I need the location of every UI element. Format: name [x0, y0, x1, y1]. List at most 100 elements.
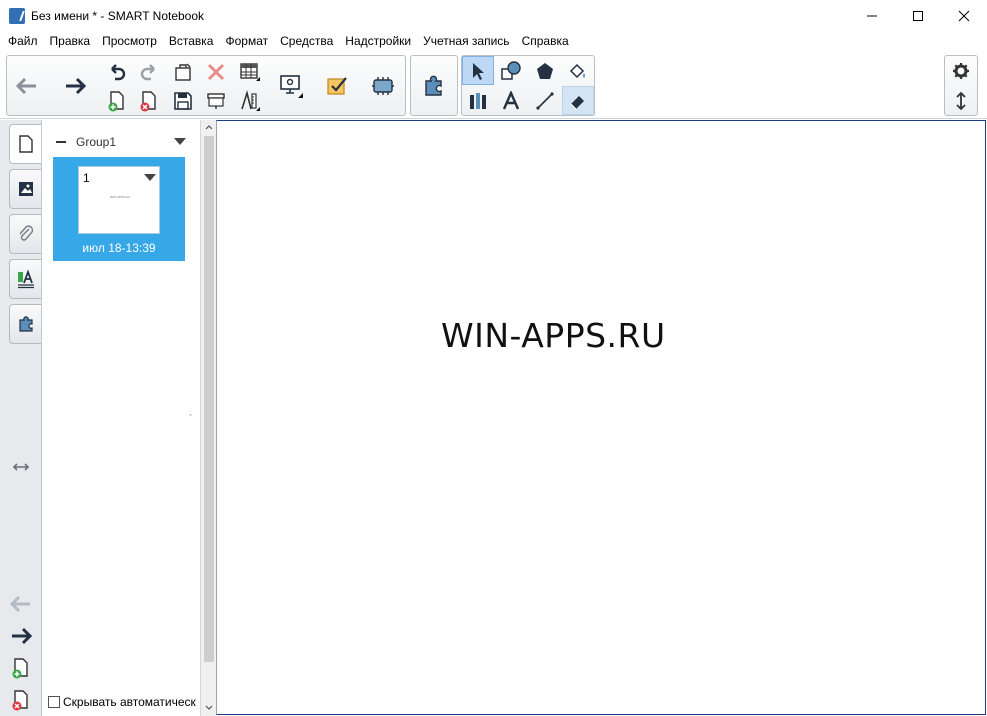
line-tool-button[interactable] [529, 86, 561, 115]
page-menu-icon[interactable] [144, 174, 156, 181]
redo-button[interactable] [133, 57, 165, 86]
puzzle-icon [18, 316, 33, 332]
polygon-icon [537, 62, 553, 79]
toolbar-group-tools [461, 55, 595, 116]
measurement-tools-button[interactable] [234, 86, 266, 115]
arrow-right-icon [66, 77, 86, 94]
move-sidebar-handle[interactable] [9, 455, 33, 479]
save-icon [174, 91, 192, 110]
tab-properties[interactable] [9, 259, 41, 299]
autohide-option[interactable]: Скрывать автоматическ [48, 695, 196, 709]
gallery-icon [18, 182, 33, 196]
forward-button[interactable] [57, 56, 93, 115]
text-tool-button[interactable] [495, 86, 527, 115]
eraser-tool-button[interactable] [562, 86, 594, 115]
measurement-tools-icon [241, 89, 260, 111]
widgets-button[interactable] [361, 56, 405, 115]
menu-account[interactable]: Учетная запись [417, 31, 515, 51]
page-sorter-panel: Group1 1 WIN-APPS.RU июл 18-13:39 ˆ Скры… [42, 120, 200, 716]
pens-tool-button[interactable] [462, 86, 494, 115]
autohide-label: Скрывать автоматическ [63, 695, 196, 709]
previous-page-button[interactable] [9, 592, 33, 616]
fill-icon [569, 63, 585, 78]
text-icon [502, 90, 520, 109]
redo-icon [140, 63, 155, 80]
display-icon [280, 74, 303, 98]
page-thumbnail-selected[interactable]: 1 WIN-APPS.RU июл 18-13:39 [53, 157, 185, 261]
chevron-up-icon [205, 124, 213, 129]
response-icon [327, 76, 347, 95]
menu-addons[interactable]: Надстройки [339, 31, 417, 51]
collapse-icon[interactable] [56, 141, 66, 143]
title-bar: Без имени * - SMART Notebook [0, 0, 987, 31]
widgets-icon [372, 76, 394, 95]
move-toolbar-button[interactable] [945, 86, 977, 115]
delete-page-icon [12, 690, 28, 711]
group-label: Group1 [76, 135, 117, 149]
select-tool-button[interactable] [462, 56, 494, 85]
menu-bar: Файл Правка Просмотр Вставка Формат Сред… [0, 31, 987, 51]
addons-button[interactable] [416, 56, 452, 115]
scroll-up-button[interactable] [201, 120, 217, 134]
window-title: Без имени * - SMART Notebook [31, 8, 205, 23]
sidebar-tab-strip [0, 120, 42, 716]
sidebar-delete-page-button[interactable] [9, 688, 33, 712]
resize-grip-icon[interactable]: ˆ [189, 413, 192, 423]
back-button[interactable] [9, 56, 45, 115]
shapes-icon [501, 60, 521, 80]
table-icon [240, 62, 260, 81]
arrow-left-icon [16, 77, 36, 94]
screen-shade-button[interactable] [200, 86, 232, 115]
menu-view[interactable]: Просмотр [96, 31, 163, 51]
canvas-text-object[interactable]: WIN-APPS.RU [441, 316, 666, 355]
menu-help[interactable]: Справка [516, 31, 575, 51]
tab-addons[interactable] [9, 304, 41, 344]
minimize-button[interactable] [849, 0, 895, 31]
fill-tool-button[interactable] [562, 56, 594, 85]
smart-notebook-icon [9, 7, 25, 24]
paperclip-icon [18, 225, 33, 241]
save-button[interactable] [167, 86, 199, 115]
delete-page-button[interactable] [133, 86, 165, 115]
polygon-tool-button[interactable] [529, 56, 561, 85]
table-button[interactable] [234, 57, 266, 86]
menu-file[interactable]: Файл [2, 31, 44, 51]
add-page-button[interactable] [101, 86, 133, 115]
add-page-icon [12, 658, 28, 679]
page-group-header[interactable]: Group1 [56, 134, 186, 150]
notebook-canvas[interactable]: WIN-APPS.RU [216, 120, 986, 715]
autohide-checkbox[interactable] [48, 696, 60, 708]
select-arrow-icon [473, 62, 484, 80]
menu-insert[interactable]: Вставка [163, 31, 220, 51]
gear-icon [953, 62, 969, 79]
delete-button[interactable] [200, 57, 232, 86]
move-toolbar-icon [956, 91, 966, 110]
close-button[interactable] [941, 0, 987, 31]
sidebar-scrollbar[interactable] [200, 120, 216, 716]
sidebar-add-page-button[interactable] [9, 656, 33, 680]
maximize-button[interactable] [895, 0, 941, 31]
menu-format[interactable]: Формат [219, 31, 274, 51]
settings-button[interactable] [945, 56, 977, 85]
arrow-right-icon [12, 627, 32, 645]
toolbar-group-addons [410, 55, 458, 116]
next-page-button[interactable] [9, 624, 33, 648]
menu-edit[interactable]: Правка [44, 31, 97, 51]
tab-gallery[interactable] [9, 169, 41, 209]
paste-button[interactable] [167, 57, 199, 86]
response-button[interactable] [315, 56, 359, 115]
tab-page-sorter[interactable] [9, 124, 41, 164]
page-thumbnail[interactable]: 1 WIN-APPS.RU [78, 166, 160, 234]
group-dropdown-icon[interactable] [174, 138, 186, 145]
scrollbar-thumb[interactable] [204, 136, 214, 662]
eraser-icon [570, 95, 584, 109]
display-button[interactable] [269, 56, 313, 115]
properties-icon [17, 269, 34, 289]
undo-button[interactable] [101, 57, 133, 86]
toolbar-group-main [6, 55, 406, 116]
shapes-tool-button[interactable] [495, 56, 527, 85]
menu-tools[interactable]: Средства [274, 31, 339, 51]
tab-attachments[interactable] [9, 214, 41, 254]
scroll-down-button[interactable] [201, 700, 217, 714]
toolbar-group-settings [944, 55, 978, 116]
